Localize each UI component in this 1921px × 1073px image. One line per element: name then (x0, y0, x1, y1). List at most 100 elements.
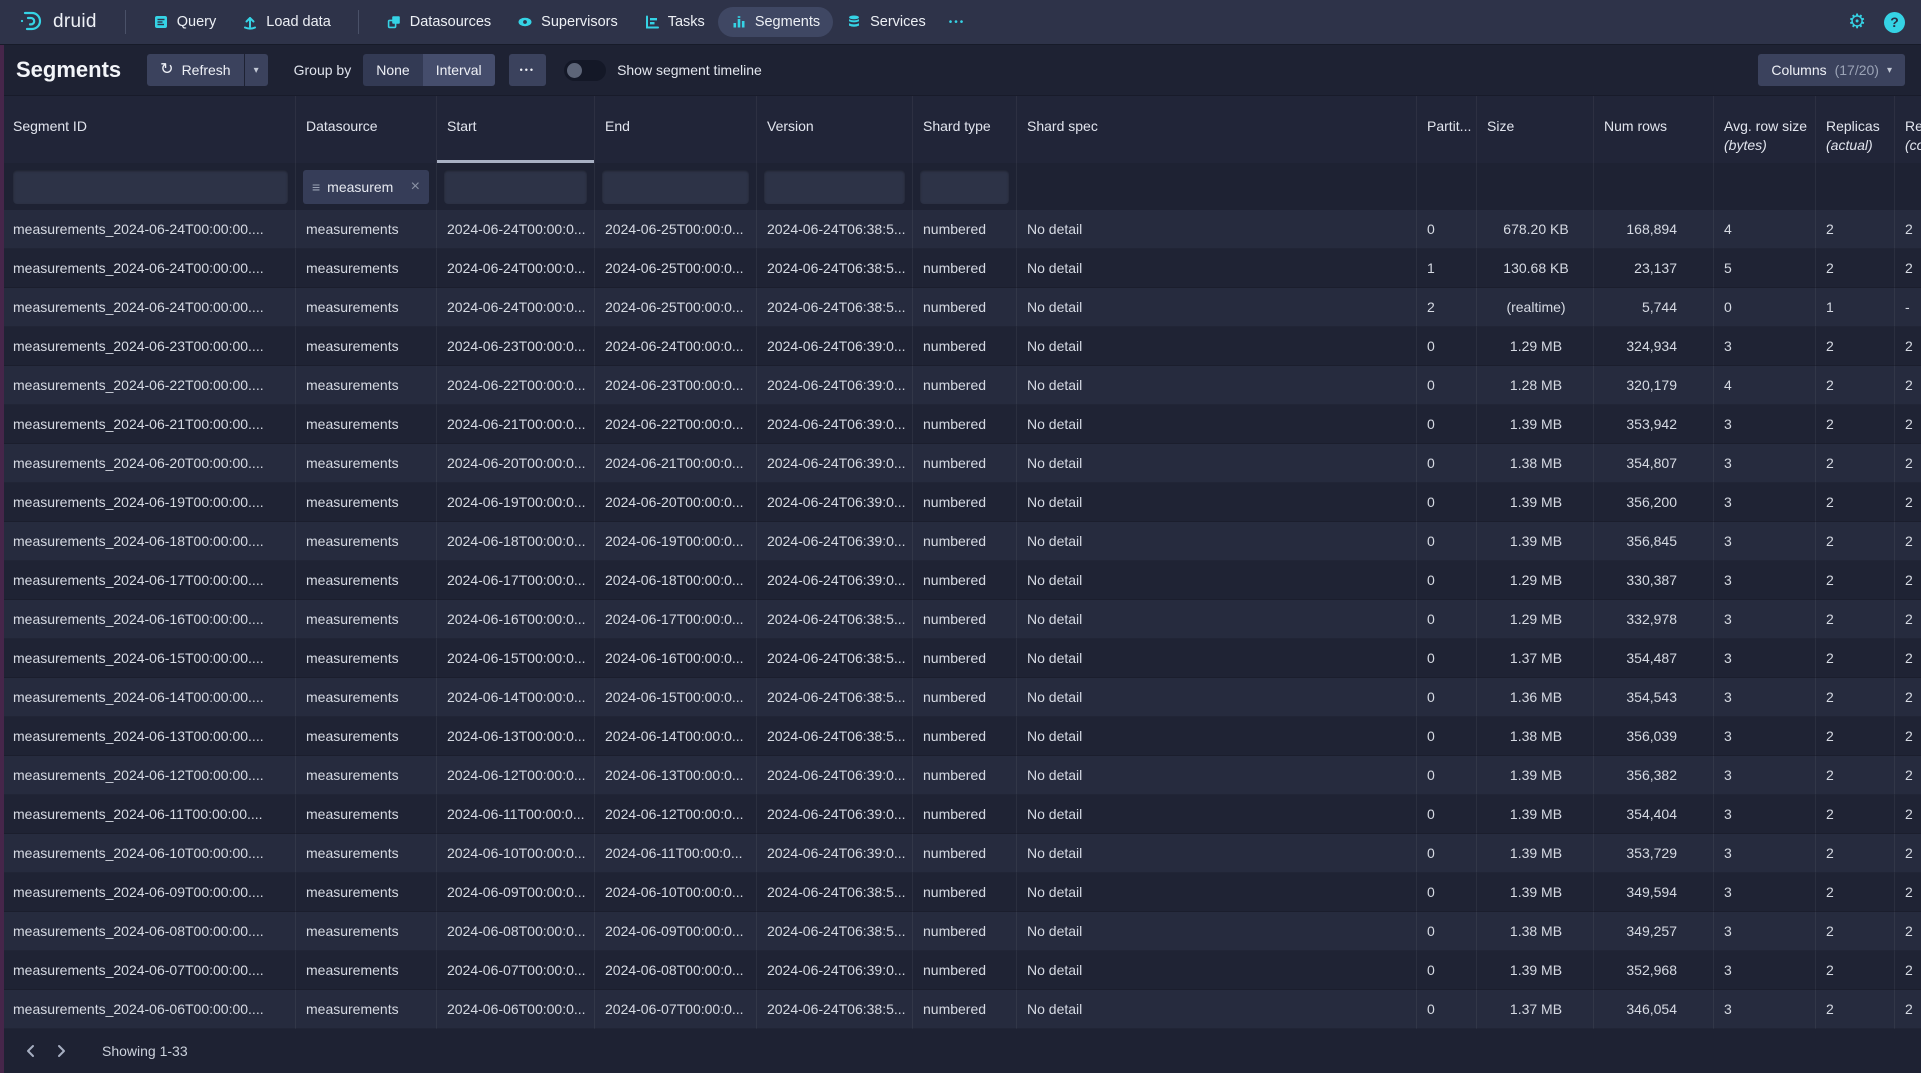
cell-replication_factor[interactable]: 2 (1895, 210, 1921, 249)
cell-segment_id[interactable]: measurements_2024-06-21T00:00:00.... (0, 405, 296, 444)
cell-replicas[interactable]: 2 (1816, 522, 1895, 561)
cell-partition[interactable]: 0 (1417, 912, 1477, 951)
cell-num_rows[interactable]: 354,404 (1594, 795, 1714, 834)
cell-replication_factor[interactable]: 2 (1895, 756, 1921, 795)
cell-datasource[interactable]: measurements (296, 405, 437, 444)
cell-datasource[interactable]: measurements (296, 249, 437, 288)
cell-start[interactable]: 2024-06-19T00:00:0... (437, 483, 595, 522)
cell-partition[interactable]: 0 (1417, 717, 1477, 756)
cell-size[interactable]: 1.39 MB (1477, 405, 1594, 444)
cell-segment_id[interactable]: measurements_2024-06-24T00:00:00.... (0, 249, 296, 288)
cell-avg_row_size[interactable]: 4 (1714, 366, 1816, 405)
cell-datasource[interactable]: measurements (296, 327, 437, 366)
cell-partition[interactable]: 0 (1417, 873, 1477, 912)
cell-end[interactable]: 2024-06-10T00:00:0... (595, 873, 757, 912)
cell-partition[interactable]: 1 (1417, 249, 1477, 288)
cell-partition[interactable]: 0 (1417, 678, 1477, 717)
header-cell-datasource[interactable]: Datasource (296, 96, 437, 163)
help-icon[interactable]: ? (1884, 12, 1905, 33)
cell-num_rows[interactable]: 349,257 (1594, 912, 1714, 951)
header-cell-version[interactable]: Version (757, 96, 913, 163)
cell-end[interactable]: 2024-06-25T00:00:0... (595, 210, 757, 249)
header-cell-size[interactable]: Size (1477, 96, 1594, 163)
cell-shard_spec[interactable]: No detail (1017, 990, 1417, 1029)
cell-datasource[interactable]: measurements (296, 990, 437, 1029)
cell-end[interactable]: 2024-06-23T00:00:0... (595, 366, 757, 405)
refresh-caret-button[interactable]: ▾ (245, 54, 268, 86)
cell-size[interactable]: 1.39 MB (1477, 522, 1594, 561)
cell-start[interactable]: 2024-06-12T00:00:0... (437, 756, 595, 795)
cell-num_rows[interactable]: 352,968 (1594, 951, 1714, 990)
datasource-filter-chip[interactable]: ≡measurem× (303, 170, 429, 204)
cell-version[interactable]: 2024-06-24T06:38:5... (757, 678, 913, 717)
cell-size[interactable]: 1.38 MB (1477, 717, 1594, 756)
cell-end[interactable]: 2024-06-16T00:00:0... (595, 639, 757, 678)
cell-size[interactable]: 130.68 KB (1477, 249, 1594, 288)
nav-item-query[interactable]: Query (140, 7, 230, 37)
cell-avg_row_size[interactable]: 3 (1714, 912, 1816, 951)
cell-segment_id[interactable]: measurements_2024-06-14T00:00:00.... (0, 678, 296, 717)
cell-version[interactable]: 2024-06-24T06:38:5... (757, 249, 913, 288)
cell-avg_row_size[interactable]: 0 (1714, 288, 1816, 327)
nav-item-datasources[interactable]: Datasources (373, 7, 504, 37)
cell-replicas[interactable]: 1 (1816, 288, 1895, 327)
segment-timeline-toggle[interactable] (564, 60, 606, 81)
cell-end[interactable]: 2024-06-25T00:00:0... (595, 249, 757, 288)
cell-avg_row_size[interactable]: 3 (1714, 756, 1816, 795)
cell-start[interactable]: 2024-06-13T00:00:0... (437, 717, 595, 756)
cell-replication_factor[interactable]: 2 (1895, 249, 1921, 288)
cell-shard_spec[interactable]: No detail (1017, 951, 1417, 990)
cell-shard_type[interactable]: numbered (913, 561, 1017, 600)
cell-start[interactable]: 2024-06-08T00:00:0... (437, 912, 595, 951)
cell-shard_type[interactable]: numbered (913, 834, 1017, 873)
cell-num_rows[interactable]: 168,894 (1594, 210, 1714, 249)
cell-partition[interactable]: 0 (1417, 639, 1477, 678)
cell-version[interactable]: 2024-06-24T06:39:0... (757, 561, 913, 600)
cell-replicas[interactable]: 2 (1816, 717, 1895, 756)
cell-shard_spec[interactable]: No detail (1017, 210, 1417, 249)
cell-shard_spec[interactable]: No detail (1017, 366, 1417, 405)
cell-size[interactable]: 1.29 MB (1477, 600, 1594, 639)
cell-shard_type[interactable]: numbered (913, 210, 1017, 249)
cell-num_rows[interactable]: 356,845 (1594, 522, 1714, 561)
cell-start[interactable]: 2024-06-09T00:00:0... (437, 873, 595, 912)
cell-end[interactable]: 2024-06-09T00:00:0... (595, 912, 757, 951)
cell-num_rows[interactable]: 332,978 (1594, 600, 1714, 639)
cell-shard_spec[interactable]: No detail (1017, 327, 1417, 366)
nav-item-services[interactable]: Services (833, 7, 939, 37)
cell-segment_id[interactable]: measurements_2024-06-24T00:00:00.... (0, 288, 296, 327)
cell-version[interactable]: 2024-06-24T06:39:0... (757, 366, 913, 405)
nav-item-load-data[interactable]: Load data (229, 7, 344, 37)
cell-avg_row_size[interactable]: 3 (1714, 639, 1816, 678)
cell-segment_id[interactable]: measurements_2024-06-16T00:00:00.... (0, 600, 296, 639)
cell-avg_row_size[interactable]: 3 (1714, 678, 1816, 717)
cell-num_rows[interactable]: 354,487 (1594, 639, 1714, 678)
cell-partition[interactable]: 0 (1417, 834, 1477, 873)
druid-brand[interactable]: druid (18, 8, 97, 37)
cell-partition[interactable]: 2 (1417, 288, 1477, 327)
cell-replicas[interactable]: 2 (1816, 249, 1895, 288)
group-by-interval-button[interactable]: Interval (423, 54, 495, 86)
header-cell-segment_id[interactable]: Segment ID (0, 96, 296, 163)
cell-start[interactable]: 2024-06-15T00:00:0... (437, 639, 595, 678)
cell-replicas[interactable]: 2 (1816, 912, 1895, 951)
cell-segment_id[interactable]: measurements_2024-06-19T00:00:00.... (0, 483, 296, 522)
cell-version[interactable]: 2024-06-24T06:39:0... (757, 327, 913, 366)
cell-shard_type[interactable]: numbered (913, 639, 1017, 678)
cell-shard_type[interactable]: numbered (913, 483, 1017, 522)
cell-shard_spec[interactable]: No detail (1017, 756, 1417, 795)
cell-num_rows[interactable]: 330,387 (1594, 561, 1714, 600)
cell-num_rows[interactable]: 356,039 (1594, 717, 1714, 756)
cell-size[interactable]: 1.39 MB (1477, 795, 1594, 834)
cell-replication_factor[interactable]: 2 (1895, 951, 1921, 990)
cell-datasource[interactable]: measurements (296, 951, 437, 990)
cell-shard_spec[interactable]: No detail (1017, 639, 1417, 678)
cell-size[interactable]: 1.38 MB (1477, 444, 1594, 483)
cell-size[interactable]: 1.39 MB (1477, 756, 1594, 795)
cell-shard_type[interactable]: numbered (913, 366, 1017, 405)
cell-num_rows[interactable]: 23,137 (1594, 249, 1714, 288)
cell-datasource[interactable]: measurements (296, 483, 437, 522)
cell-replication_factor[interactable]: 2 (1895, 990, 1921, 1029)
cell-replicas[interactable]: 2 (1816, 444, 1895, 483)
cell-shard_type[interactable]: numbered (913, 600, 1017, 639)
